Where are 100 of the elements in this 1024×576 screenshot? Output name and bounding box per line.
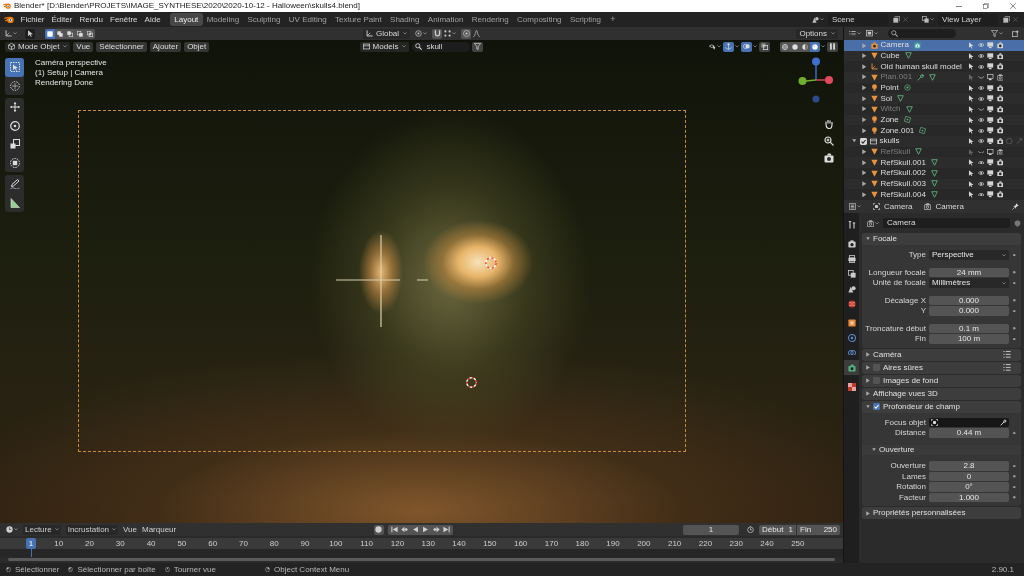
arrow-right-icon[interactable] — [862, 95, 867, 102]
list-icon[interactable] — [1003, 364, 1011, 371]
camera-icon[interactable] — [996, 95, 1003, 102]
tool-button[interactable] — [5, 58, 24, 77]
menu-item[interactable]: Rendu — [75, 15, 107, 24]
outliner-row[interactable]: RefSkull.002 — [844, 167, 1024, 179]
workspace-tab[interactable]: Shading — [385, 13, 424, 26]
eye-icon[interactable] — [977, 181, 984, 186]
collection-dropdown[interactable]: Models — [359, 41, 410, 52]
closed-eye-icon[interactable] — [977, 107, 984, 111]
record-button[interactable] — [373, 524, 384, 535]
camera-icon[interactable] — [996, 52, 1003, 60]
eye-icon[interactable] — [977, 139, 984, 144]
dot-icon[interactable] — [1013, 485, 1016, 489]
copy-icon[interactable] — [893, 16, 900, 23]
outliner-row[interactable]: Sol — [844, 93, 1024, 104]
panel-header[interactable]: Caméra — [862, 348, 1021, 361]
menu-dropdown[interactable]: Lecture — [23, 524, 61, 535]
outliner-row[interactable]: RefSkull.004 — [844, 189, 1024, 200]
arrow-right-icon[interactable] — [862, 191, 867, 198]
outliner-row[interactable]: Old human skull model — [844, 61, 1024, 72]
outliner-row[interactable]: Cube — [844, 50, 1024, 62]
tool-button[interactable] — [25, 28, 35, 39]
eye-icon[interactable] — [977, 96, 984, 101]
arrow-right-icon[interactable] — [862, 63, 867, 70]
arrow-right-icon[interactable] — [862, 106, 867, 113]
number-field[interactable]: 2.8 — [929, 461, 1009, 471]
camera-icon[interactable] — [996, 74, 1003, 81]
current-frame-field[interactable]: 1 — [683, 524, 739, 535]
camera-icon[interactable] — [996, 116, 1003, 124]
menu-item[interactable]: Fenêtre — [106, 15, 142, 24]
funnel-icon[interactable] — [991, 30, 998, 37]
dot-icon[interactable] — [1013, 253, 1016, 257]
minimize-icon[interactable] — [956, 5, 962, 7]
monitor-icon[interactable] — [987, 95, 994, 102]
workspace-tab[interactable]: UV Editing — [284, 13, 331, 26]
panel-header[interactable]: Profondeur de champ — [862, 400, 1021, 413]
restore-icon[interactable] — [983, 3, 989, 9]
object-field[interactable] — [929, 417, 1009, 428]
monitor-icon[interactable] — [987, 159, 994, 166]
shapes-icon[interactable] — [812, 16, 819, 23]
outliner-row[interactable]: Camera — [844, 40, 1024, 51]
eye-icon[interactable] — [977, 54, 984, 58]
search-field[interactable]: skull — [412, 41, 471, 52]
workspace-tab[interactable]: Sculpting — [243, 13, 285, 26]
bell-curve-icon[interactable] — [473, 30, 481, 37]
dot-icon[interactable] — [1013, 299, 1016, 302]
shading-button[interactable] — [810, 41, 820, 52]
closed-eye-icon[interactable] — [977, 76, 984, 79]
scrollbar[interactable] — [8, 558, 835, 561]
search-field[interactable] — [888, 29, 956, 38]
number-field[interactable]: 100 m — [929, 334, 1009, 344]
dot-icon[interactable] — [1013, 337, 1016, 341]
eye-icon[interactable] — [977, 64, 984, 69]
panel-header[interactable]: Propriétés personnalisées — [862, 507, 1021, 519]
panel-icon[interactable] — [849, 203, 856, 210]
proportional-button[interactable] — [461, 28, 472, 39]
camera-icon[interactable] — [996, 191, 1003, 198]
monitor-icon[interactable] — [987, 116, 994, 124]
overlay-toggle[interactable] — [741, 41, 752, 52]
menu-item[interactable]: Vue — [123, 525, 137, 534]
menu-item[interactable]: Éditer — [48, 15, 76, 24]
monitor-icon[interactable] — [987, 127, 994, 134]
workspace-tab[interactable]: Layout — [170, 13, 203, 26]
camera-icon[interactable] — [996, 180, 1003, 188]
outliner-row[interactable]: Zone.001 — [844, 125, 1024, 136]
outliner-row[interactable]: RefSkull — [844, 146, 1024, 158]
menu-item[interactable]: Fichier — [17, 15, 48, 24]
list-icon[interactable] — [1003, 351, 1011, 358]
monitor-icon[interactable] — [987, 106, 994, 113]
subpanel-header[interactable]: Ouverture — [862, 445, 1021, 455]
arrow-right-icon[interactable] — [862, 85, 867, 91]
dropdown[interactable]: Perspective — [929, 250, 1009, 260]
eye-icon[interactable] — [977, 86, 984, 90]
next-key-icon[interactable] — [432, 526, 440, 533]
navigation-gizmo[interactable] — [796, 57, 836, 103]
monitor-icon[interactable] — [987, 84, 994, 92]
dot-icon[interactable] — [1013, 464, 1016, 468]
menu-item[interactable]: Marqueur — [142, 525, 177, 534]
pause-button[interactable] — [827, 41, 838, 52]
camera-icon[interactable] — [996, 138, 1003, 145]
copy-icon[interactable] — [1003, 16, 1010, 23]
outliner-row[interactable]: Plan.001 — [844, 71, 1024, 83]
camera-icon[interactable] — [996, 127, 1003, 134]
snap-button[interactable] — [432, 28, 443, 39]
datablock-field[interactable]: Camera — [883, 218, 1010, 228]
ring-dot-icon[interactable] — [415, 30, 423, 37]
eye-icon[interactable] — [977, 171, 984, 176]
number-field[interactable]: 0 — [929, 471, 1009, 482]
hand-icon[interactable] — [824, 119, 834, 129]
number-field[interactable]: 0.000 — [929, 295, 1009, 306]
eye-icon[interactable] — [977, 192, 984, 197]
menu-item[interactable]: Sélectionner — [96, 41, 147, 52]
previous-key-icon[interactable] — [401, 526, 409, 533]
outliner-row[interactable]: skulls — [844, 135, 1024, 147]
axes-icon[interactable] — [5, 30, 12, 37]
number-field[interactable]: 0° — [929, 482, 1009, 492]
end-frame-field[interactable]: Fin 250 — [797, 524, 840, 535]
eye-icon[interactable] — [977, 117, 984, 122]
shading-button[interactable] — [800, 41, 810, 52]
